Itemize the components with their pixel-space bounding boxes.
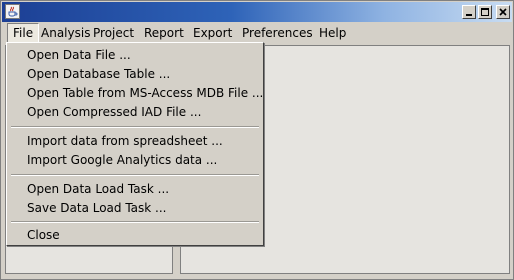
menu-item-open-compressed-iad[interactable]: Open Compressed IAD File ... xyxy=(27,103,201,122)
menu-item-close[interactable]: Close xyxy=(27,226,60,245)
menu-item-open-mdb-table[interactable]: Open Table from MS-Access MDB File ... xyxy=(27,84,263,103)
maximize-icon xyxy=(481,8,489,16)
menu-item-open-data-load-task[interactable]: Open Data Load Task ... xyxy=(27,180,169,199)
menu-item-open-database-table[interactable]: Open Database Table ... xyxy=(27,65,170,84)
menu-export[interactable]: Export xyxy=(188,23,237,43)
menu-item-import-spreadsheet[interactable]: Import data from spreadsheet ... xyxy=(27,132,223,151)
close-button[interactable] xyxy=(496,5,510,19)
minimize-icon xyxy=(466,14,472,16)
menu-separator xyxy=(11,126,259,128)
menu-separator xyxy=(11,221,259,223)
application-window: File Analysis Project Report Export Pref… xyxy=(0,0,514,280)
menu-item-save-data-load-task[interactable]: Save Data Load Task ... xyxy=(27,199,167,218)
maximize-button[interactable] xyxy=(478,5,492,19)
menu-item-open-data-file[interactable]: Open Data File ... xyxy=(27,46,131,65)
title-bar[interactable] xyxy=(2,2,512,22)
menu-file[interactable]: File xyxy=(7,23,40,43)
menu-item-import-google-analytics[interactable]: Import Google Analytics data ... xyxy=(27,151,217,170)
close-icon xyxy=(499,8,507,16)
menu-report[interactable]: Report xyxy=(139,23,189,43)
minimize-button[interactable] xyxy=(462,5,476,19)
menu-separator xyxy=(11,174,259,176)
menu-help[interactable]: Help xyxy=(314,23,351,43)
menu-bar: File Analysis Project Report Export Pref… xyxy=(2,23,512,43)
java-cup-icon[interactable] xyxy=(5,4,20,19)
menu-preferences[interactable]: Preferences xyxy=(237,23,318,43)
file-menu-dropdown: Open Data File ... Open Database Table .… xyxy=(6,42,264,246)
menu-project[interactable]: Project xyxy=(88,23,139,43)
menu-analysis[interactable]: Analysis xyxy=(36,23,95,43)
